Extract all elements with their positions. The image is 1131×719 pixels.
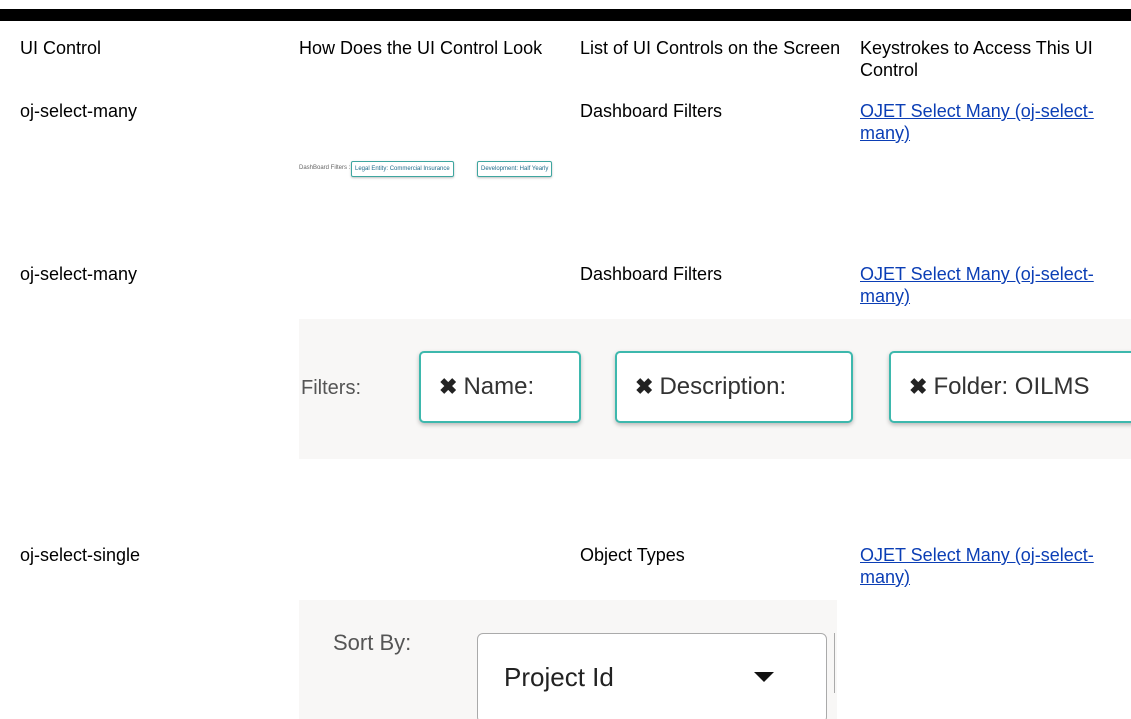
remove-icon[interactable]: ✖ — [439, 374, 457, 399]
row3-list: Object Types — [580, 545, 685, 565]
filter-chip: Legal Entity: Commercial Insurance — [351, 161, 454, 177]
row3-link[interactable]: OJET Select Many (oj-select-many) — [860, 544, 1120, 588]
row1-control: oj-select-many — [20, 101, 138, 121]
header-how-looks: How Does the UI Control Look — [299, 38, 543, 58]
row2-control: oj-select-many — [20, 264, 138, 284]
filters-label: DashBoard Filters : — [299, 165, 351, 171]
remove-icon[interactable]: ✖ — [635, 374, 653, 399]
row3-screenshot: Sort By: Project Id — [299, 600, 837, 719]
chip-label: Name: — [463, 373, 535, 400]
select-value: Project Id — [504, 662, 614, 692]
remove-icon[interactable]: ✖ — [909, 374, 927, 399]
chip-label: Description: — [659, 373, 787, 400]
filters-label: Filters: — [301, 377, 361, 399]
divider — [834, 633, 835, 693]
sort-by-label: Sort By: — [333, 630, 412, 655]
filter-chip-folder[interactable]: ✖ Folder: OILMS — [889, 351, 1131, 423]
row1-screenshot: DashBoard Filters : Legal Entity: Commer… — [299, 159, 569, 181]
header-ui-control: UI Control — [20, 38, 102, 58]
row2-link[interactable]: OJET Select Many (oj-select-many) — [860, 263, 1120, 307]
header-keystrokes: Keystrokes to Access This UI Control — [860, 38, 1093, 80]
caret-down-icon[interactable] — [754, 672, 774, 682]
filter-chip: Development: Half Yearly — [477, 161, 553, 177]
filter-chip-name[interactable]: ✖ Name: — [419, 351, 581, 423]
row2-screenshot: Filters: ✖ Name: ✖ Description: ✖ Folder: O… — [299, 319, 1131, 459]
header-list-controls: List of UI Controls on the Screen — [580, 38, 841, 58]
table-top-border — [0, 9, 1131, 21]
chip-label: Folder: OILMS — [933, 373, 1090, 400]
row1-list: Dashboard Filters — [580, 101, 723, 121]
row2-list: Dashboard Filters — [580, 264, 723, 284]
row3-control: oj-select-single — [20, 545, 141, 565]
row1-link[interactable]: OJET Select Many (oj-select-many) — [860, 100, 1120, 144]
sort-by-select[interactable]: Project Id — [477, 633, 827, 719]
filter-chip-description[interactable]: ✖ Description: — [615, 351, 853, 423]
